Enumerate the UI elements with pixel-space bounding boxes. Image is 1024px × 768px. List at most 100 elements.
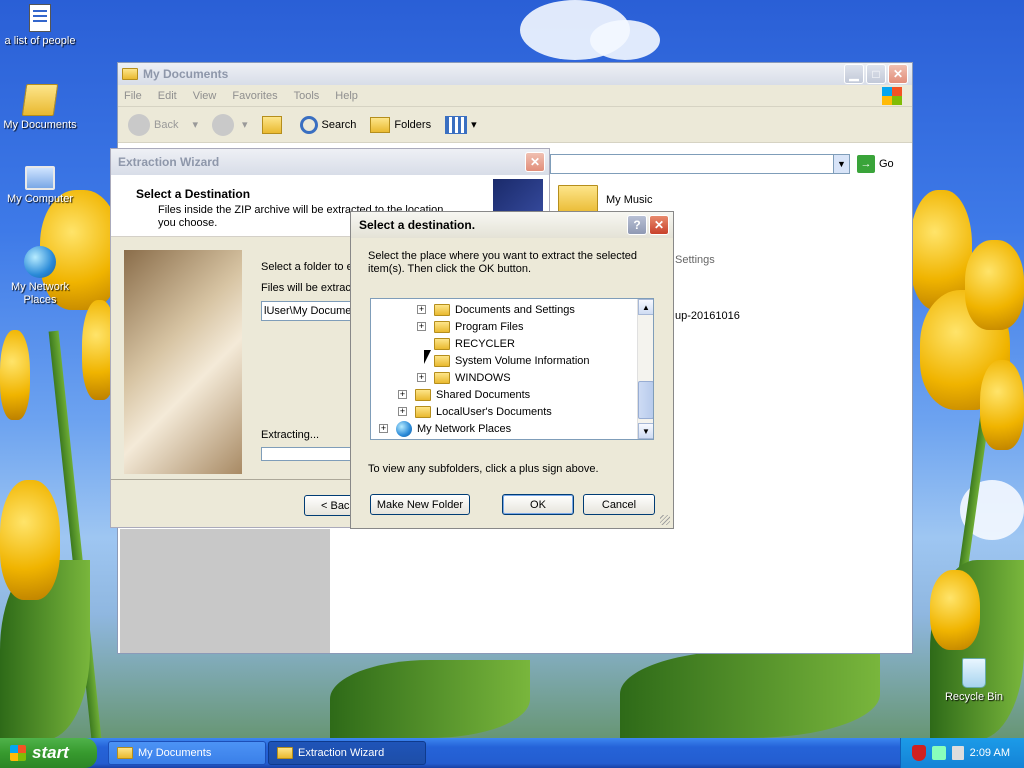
desktop-icon-label: a list of people bbox=[4, 35, 76, 47]
extracting-label: Extracting... bbox=[261, 429, 320, 441]
menu-view[interactable]: View bbox=[193, 90, 217, 102]
expand-plus-icon[interactable]: + bbox=[379, 424, 388, 433]
folders-icon bbox=[370, 116, 391, 133]
menu-edit[interactable]: Edit bbox=[158, 90, 177, 102]
taskbar-item-extraction-wizard[interactable]: Extraction Wizard bbox=[268, 741, 426, 765]
ok-button[interactable]: OK bbox=[502, 494, 574, 515]
progress-bar bbox=[261, 447, 357, 461]
tree-item-program-files[interactable]: + Program Files bbox=[417, 318, 523, 335]
tree-scrollbar[interactable]: ▲ ▼ bbox=[637, 299, 653, 439]
make-new-folder-button[interactable]: Make New Folder bbox=[370, 494, 470, 515]
security-shield-icon[interactable] bbox=[911, 745, 926, 761]
expand-plus-icon[interactable]: + bbox=[398, 390, 407, 399]
tree-item-shared-documents[interactable]: + Shared Documents bbox=[398, 386, 530, 403]
my-documents-titlebar[interactable]: My Documents ▁ □ ✕ bbox=[118, 63, 912, 85]
folders-button[interactable]: Folders bbox=[370, 116, 431, 133]
taskbar-item-my-documents[interactable]: My Documents bbox=[108, 741, 266, 765]
tree-item-localusers-documents[interactable]: + LocalUser's Documents bbox=[398, 403, 552, 420]
expand-plus-icon[interactable]: + bbox=[417, 322, 426, 331]
menu-favorites[interactable]: Favorites bbox=[232, 90, 277, 102]
maximize-button[interactable]: □ bbox=[866, 64, 886, 84]
desktop-icon-label: Recycle Bin bbox=[944, 691, 1004, 703]
window-title: Extraction Wizard bbox=[118, 155, 220, 169]
go-button[interactable]: → Go bbox=[857, 155, 894, 173]
expand-plus-icon[interactable]: + bbox=[398, 407, 407, 416]
up-folder-icon bbox=[261, 115, 282, 134]
help-button[interactable]: ? bbox=[627, 215, 647, 235]
close-button[interactable]: ✕ bbox=[649, 215, 669, 235]
folder-icon bbox=[434, 337, 450, 350]
menu-tools[interactable]: Tools bbox=[294, 90, 320, 102]
dialog-titlebar[interactable]: Select a destination. ? ✕ bbox=[351, 212, 673, 238]
windows-logo-icon bbox=[882, 86, 902, 105]
zip-folder-icon bbox=[277, 747, 293, 759]
tree-item-system-volume-information[interactable]: System Volume Information bbox=[417, 352, 590, 369]
close-button[interactable]: ✕ bbox=[888, 64, 908, 84]
desktop-icon-my-computer[interactable]: My Computer bbox=[0, 166, 80, 206]
folder-icon bbox=[434, 320, 450, 333]
desktop-icon-my-documents[interactable]: My Documents bbox=[0, 84, 80, 132]
toolbar: Back ▾ ▾ Search Folders ▾ bbox=[118, 107, 912, 143]
resize-grip-icon[interactable] bbox=[660, 515, 670, 525]
select-destination-dialog: Select a destination. ? ✕ Select the pla… bbox=[350, 211, 674, 529]
desktop-icon-label: My Documents bbox=[3, 119, 77, 131]
wizard-titlebar[interactable]: Extraction Wizard ✕ bbox=[111, 149, 549, 175]
minimize-button[interactable]: ▁ bbox=[844, 64, 864, 84]
up-folder-button[interactable] bbox=[261, 115, 286, 134]
back-button[interactable]: Back ▾ bbox=[128, 113, 198, 136]
folder-icon bbox=[434, 371, 450, 384]
computer-icon bbox=[25, 166, 55, 190]
wizard-heading: Select a Destination bbox=[136, 187, 251, 201]
select-folder-text: Select a folder to e bbox=[261, 261, 353, 273]
scroll-thumb[interactable] bbox=[638, 381, 653, 419]
cancel-button[interactable]: Cancel bbox=[583, 494, 655, 515]
start-button[interactable]: start bbox=[0, 738, 97, 768]
menu-help[interactable]: Help bbox=[335, 90, 358, 102]
network-globe-icon bbox=[24, 246, 56, 278]
list-item[interactable]: up-20161016 bbox=[675, 310, 740, 322]
destination-path-field[interactable]: lUser\My Docume bbox=[261, 301, 357, 321]
folder-document-icon bbox=[21, 84, 59, 116]
list-item[interactable]: Settings bbox=[675, 254, 715, 266]
chevron-down-icon[interactable]: ▼ bbox=[833, 155, 849, 173]
system-tray: 2:09 AM bbox=[900, 738, 1024, 768]
document-icon bbox=[29, 4, 51, 32]
tree-item-documents-and-settings[interactable]: + Documents and Settings bbox=[417, 301, 575, 318]
forward-button[interactable]: ▾ bbox=[212, 113, 248, 136]
desktop-icon-my-network-places[interactable]: My Network Places bbox=[0, 246, 80, 307]
network-globe-icon bbox=[396, 420, 412, 437]
desktop-icon-recycle-bin[interactable]: Recycle Bin bbox=[934, 658, 1014, 704]
expand-plus-icon[interactable]: + bbox=[417, 373, 426, 382]
clock[interactable]: 2:09 AM bbox=[970, 747, 1010, 759]
desktop-icon-label: My Computer bbox=[6, 193, 74, 205]
tree-item-my-network-places[interactable]: + My Network Places bbox=[379, 420, 511, 437]
scroll-up-button[interactable]: ▲ bbox=[638, 299, 653, 315]
views-grid-icon bbox=[445, 115, 468, 134]
volume-icon[interactable] bbox=[951, 746, 964, 760]
recycle-bin-icon bbox=[962, 658, 986, 688]
back-arrow-icon bbox=[128, 113, 150, 136]
address-bar[interactable]: ▼ bbox=[550, 154, 850, 174]
window-title: My Documents bbox=[143, 67, 229, 81]
menu-file[interactable]: File bbox=[124, 90, 142, 102]
go-arrow-icon: → bbox=[857, 155, 875, 173]
tree-item-recycler[interactable]: RECYCLER bbox=[417, 335, 515, 352]
network-icon[interactable] bbox=[931, 746, 946, 760]
close-button[interactable]: ✕ bbox=[525, 152, 545, 172]
folder-icon bbox=[122, 68, 138, 80]
menu-bar: File Edit View Favorites Tools Help bbox=[118, 85, 912, 107]
dialog-hint: To view any subfolders, click a plus sig… bbox=[368, 463, 599, 475]
expand-plus-icon[interactable]: + bbox=[417, 305, 426, 314]
wizard-illustration bbox=[124, 250, 242, 474]
folder-icon bbox=[415, 388, 431, 401]
mouse-cursor-icon bbox=[424, 350, 431, 364]
desktop-icon-list-of-people[interactable]: a list of people bbox=[0, 4, 80, 48]
tree-item-windows[interactable]: + WINDOWS bbox=[417, 369, 511, 386]
search-button[interactable]: Search bbox=[299, 115, 356, 134]
task-pane bbox=[120, 529, 330, 653]
folder-tree[interactable]: + Documents and Settings + Program Files… bbox=[370, 298, 654, 440]
files-extract-text: Files will be extract bbox=[261, 282, 354, 294]
scroll-down-button[interactable]: ▼ bbox=[638, 423, 653, 439]
views-button[interactable]: ▾ bbox=[445, 115, 477, 134]
search-icon bbox=[299, 115, 318, 134]
